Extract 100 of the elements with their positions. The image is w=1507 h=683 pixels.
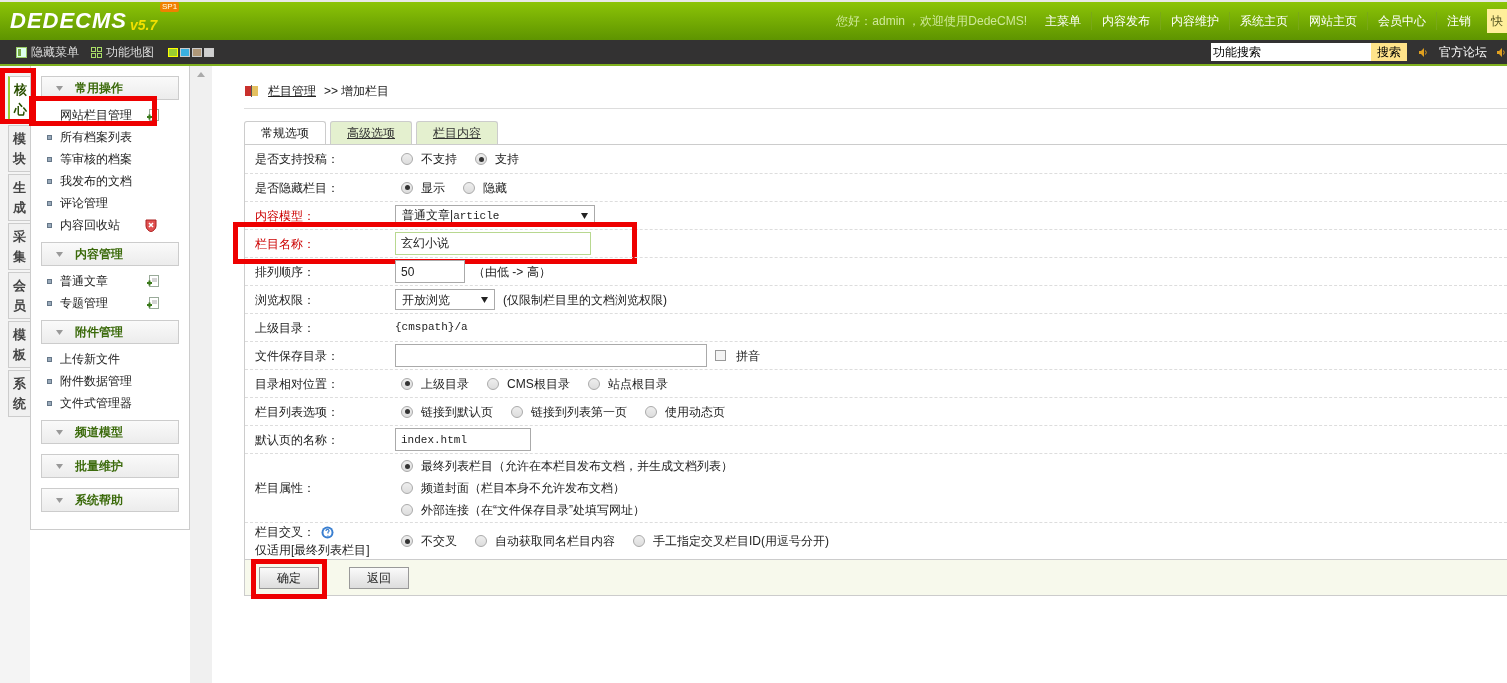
field-label: 内容模型： xyxy=(255,207,316,225)
bullet-icon xyxy=(47,156,52,162)
search-field[interactable]: 功能搜索 xyxy=(1211,43,1371,61)
side-tab[interactable]: 模块 xyxy=(8,125,30,172)
radio-label: 隐藏 xyxy=(483,179,507,197)
radio-button[interactable] xyxy=(401,405,413,418)
field-label: 栏目属性： xyxy=(255,480,316,497)
tab[interactable]: 栏目内容 xyxy=(416,121,498,144)
add-document-icon[interactable] xyxy=(147,297,159,309)
radio-button[interactable] xyxy=(401,181,413,194)
radio-button[interactable] xyxy=(401,482,413,494)
menu-item[interactable]: 等审核的档案 xyxy=(60,150,132,168)
shield-icon[interactable] xyxy=(145,218,157,232)
tab[interactable]: 常规选项 xyxy=(244,121,326,144)
radio-button[interactable] xyxy=(401,153,413,165)
hint-text: (仅限制栏目里的文档浏览权限) xyxy=(503,291,667,309)
help-icon[interactable] xyxy=(321,525,334,539)
radio-button[interactable] xyxy=(475,153,487,165)
menu-item[interactable]: 普通文章 xyxy=(60,272,108,290)
radio-button[interactable] xyxy=(401,535,413,547)
radio-label: 不支持 xyxy=(421,151,457,168)
dropdown-arrow-icon xyxy=(481,296,488,303)
field-label: 目录相对位置： xyxy=(255,375,340,393)
bullet-icon xyxy=(47,356,52,362)
radio-label: 外部连接（在“文件保存目录”处填写网址） xyxy=(421,502,645,519)
menu-item[interactable]: 内容回收站 xyxy=(60,216,120,234)
side-tab[interactable]: 会员 xyxy=(8,272,30,319)
radio-button[interactable] xyxy=(511,405,523,418)
radio-label: 上级目录 xyxy=(421,375,469,393)
input-field[interactable]: 50 xyxy=(395,260,465,283)
checkbox[interactable] xyxy=(715,350,726,361)
bullet-icon xyxy=(47,400,52,406)
bullet-icon xyxy=(47,378,52,384)
form-button[interactable]: 返回 xyxy=(349,566,409,589)
radio-label: 自动获取同名栏目内容 xyxy=(495,533,615,550)
caret-icon xyxy=(56,251,63,257)
radio-label: 不交叉 xyxy=(421,533,457,550)
breadcrumb-current: >> 增加栏目 xyxy=(324,83,390,100)
form-button[interactable]: 确定 xyxy=(259,566,319,589)
menu-group-header[interactable]: 批量维护 xyxy=(41,454,179,478)
radio-label: 支持 xyxy=(495,151,519,168)
search-button[interactable]: 搜索 xyxy=(1371,43,1407,61)
field-label: 上级目录： xyxy=(255,319,316,337)
field-label: 栏目名称： xyxy=(255,235,316,253)
field-hint: 仅适用[最终列表栏目] xyxy=(255,542,371,559)
field-label: 默认页的名称： xyxy=(255,431,340,449)
skin-swatch[interactable] xyxy=(180,47,190,57)
input-field[interactable]: 玄幻小说 xyxy=(395,232,591,255)
add-document-icon[interactable] xyxy=(147,275,159,287)
radio-button[interactable] xyxy=(487,377,499,390)
caret-icon xyxy=(56,329,63,335)
menu-item[interactable]: 我发布的文档 xyxy=(60,172,132,190)
radio-button[interactable] xyxy=(401,377,413,390)
radio-button[interactable] xyxy=(633,535,645,547)
radio-button[interactable] xyxy=(463,181,475,194)
radio-label: 链接到默认页 xyxy=(421,403,493,421)
toolbar-link[interactable]: 官方论坛 xyxy=(1439,43,1487,61)
menu-item[interactable]: 所有档案列表 xyxy=(60,128,132,146)
menu-group-header[interactable]: 系统帮助 xyxy=(41,488,179,512)
caret-icon xyxy=(56,429,63,435)
bullet-icon xyxy=(47,300,52,306)
menu-item[interactable]: 上传新文件 xyxy=(60,350,120,368)
menu-item[interactable]: 网站栏目管理 xyxy=(60,106,132,124)
radio-button[interactable] xyxy=(401,460,413,472)
field-value: {cmspath}/a xyxy=(395,320,468,336)
input-field[interactable]: index.html xyxy=(395,428,531,451)
side-tab[interactable]: 生成 xyxy=(8,174,30,221)
menu-item[interactable]: 附件数据管理 xyxy=(60,372,132,390)
caret-icon xyxy=(56,463,63,469)
bullet-icon xyxy=(47,278,52,284)
select-field[interactable]: 开放浏览 xyxy=(395,289,495,310)
side-tab[interactable]: 采集 xyxy=(8,223,30,270)
menu-item[interactable]: 专题管理 xyxy=(60,294,108,312)
menu-item[interactable]: 评论管理 xyxy=(60,194,108,212)
side-tab[interactable]: 模板 xyxy=(8,321,30,368)
radio-button[interactable] xyxy=(401,504,413,516)
skin-swatch[interactable] xyxy=(204,47,214,57)
skin-swatch[interactable] xyxy=(192,47,202,57)
menu-group-header[interactable]: 频道模型 xyxy=(41,420,179,444)
radio-label: 频道封面（栏目本身不允许发布文档） xyxy=(421,480,625,497)
speaker-icon xyxy=(1419,47,1427,57)
logo: DEDECMS xyxy=(10,10,127,32)
input-field[interactable] xyxy=(395,344,707,367)
quick-button[interactable]: 快 xyxy=(1487,9,1507,33)
menu-item[interactable]: 文件式管理器 xyxy=(60,394,132,412)
version-badge: SP1 xyxy=(160,2,180,12)
toolbar-link[interactable]: 功能地图 xyxy=(91,43,154,61)
checkbox-label: 拼音 xyxy=(736,347,760,365)
field-label: 栏目交叉： xyxy=(255,524,315,541)
radio-button[interactable] xyxy=(645,405,657,418)
menu-group-header[interactable]: 附件管理 xyxy=(41,320,179,344)
radio-button[interactable] xyxy=(587,377,600,390)
toolbar-link[interactable]: 隐藏菜单 xyxy=(16,43,79,61)
speaker-icon xyxy=(1497,47,1505,57)
tab[interactable]: 高级选项 xyxy=(330,121,412,144)
radio-button[interactable] xyxy=(475,535,487,547)
side-tab[interactable]: 系统 xyxy=(8,370,30,417)
breadcrumb-link[interactable]: 栏目管理 xyxy=(268,82,316,100)
menu-group-header[interactable]: 内容管理 xyxy=(41,242,179,266)
radio-label: 链接到列表第一页 xyxy=(531,403,627,421)
